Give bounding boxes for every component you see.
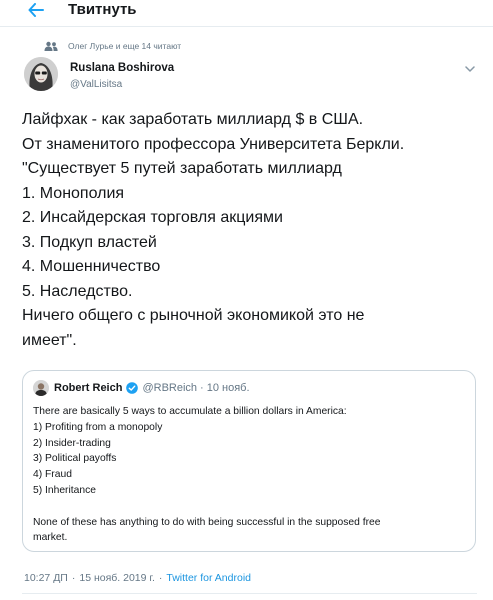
tweet-line: 5. Наследство.	[22, 282, 133, 300]
verified-badge-icon	[126, 382, 139, 394]
quoted-author-name: Robert Reich	[54, 382, 123, 394]
quote-line: 3) Political payoffs	[33, 453, 117, 465]
tweet-page: Твитнуть Олег Лурье и еще 14 читают Rusl…	[0, 0, 493, 600]
social-context-text[interactable]: Олег Лурье и еще 14 читают	[68, 41, 181, 51]
tweet-menu-button[interactable]	[464, 64, 476, 74]
people-icon	[40, 40, 58, 52]
back-button[interactable]	[24, 0, 48, 20]
dot-separator: ·	[158, 572, 163, 584]
quoted-tweet-text: There are basically 5 ways to accumulate…	[33, 404, 463, 546]
tweet-line: От знаменитого профессора Университета Б…	[22, 135, 405, 153]
quote-blank-line	[33, 499, 463, 515]
header-bar: Твитнуть	[0, 0, 493, 20]
quoted-avatar	[33, 380, 49, 396]
tweet-source-link[interactable]: Twitter for Android	[166, 572, 251, 584]
quoted-author-handle: @RBReich	[142, 382, 198, 394]
arrow-left-icon	[28, 3, 44, 17]
quote-line: market.	[33, 532, 68, 544]
quoted-date: 10 нояб.	[206, 382, 250, 394]
quote-line: None of these has anything to do with be…	[33, 516, 381, 528]
quoted-tweet-header: Robert Reich @RBReich · 10 нояб.	[33, 380, 250, 396]
tweet-line: 1. Монополия	[22, 184, 125, 202]
quote-line: 4) Fraud	[33, 469, 72, 481]
tweet-line: Ничего общего с рыночной экономикой это …	[22, 307, 365, 324]
quote-line: 2) Insider-trading	[33, 437, 111, 449]
tweet-line: имеет".	[22, 331, 77, 349]
chevron-down-icon	[465, 66, 475, 72]
tweet-line: 3. Подкуп властей	[22, 233, 157, 251]
dot-separator: ·	[200, 382, 204, 394]
quote-line: 1) Profiting from a monopoly	[33, 421, 163, 433]
tweet-line: 4. Мошенничество	[22, 258, 161, 275]
footer-divider	[22, 593, 477, 594]
tweet-date[interactable]: 15 нояб. 2019 г.	[79, 572, 155, 584]
tweet-line: 2. Инсайдерская торговля акциями	[22, 209, 283, 226]
header-divider	[0, 26, 493, 27]
tweet-time[interactable]: 10:27 ДП	[24, 572, 68, 584]
quote-line: 5) Inheritance	[33, 484, 96, 496]
tweet-meta: 10:27 ДП · 15 нояб. 2019 г. · Twitter fo…	[24, 572, 251, 584]
author-name[interactable]: Ruslana Boshirova	[70, 62, 174, 74]
avatar[interactable]	[24, 57, 58, 91]
quoted-tweet[interactable]: Robert Reich @RBReich · 10 нояб. There a…	[22, 370, 476, 552]
tweet-line: "Существует 5 путей заработать миллиард	[22, 160, 342, 177]
dot-separator: ·	[71, 572, 76, 584]
quote-line: There are basically 5 ways to accumulate…	[33, 406, 347, 417]
page-title: Твитнуть	[68, 1, 137, 18]
tweet-text: Лайфхак - как заработать миллиард $ в СШ…	[22, 108, 482, 353]
tweet-line: Лайфхак - как заработать миллиард $ в СШ…	[22, 111, 364, 128]
author-handle[interactable]: @ValLisitsa	[70, 79, 122, 90]
social-context: Олег Лурье и еще 14 читают	[40, 40, 181, 52]
